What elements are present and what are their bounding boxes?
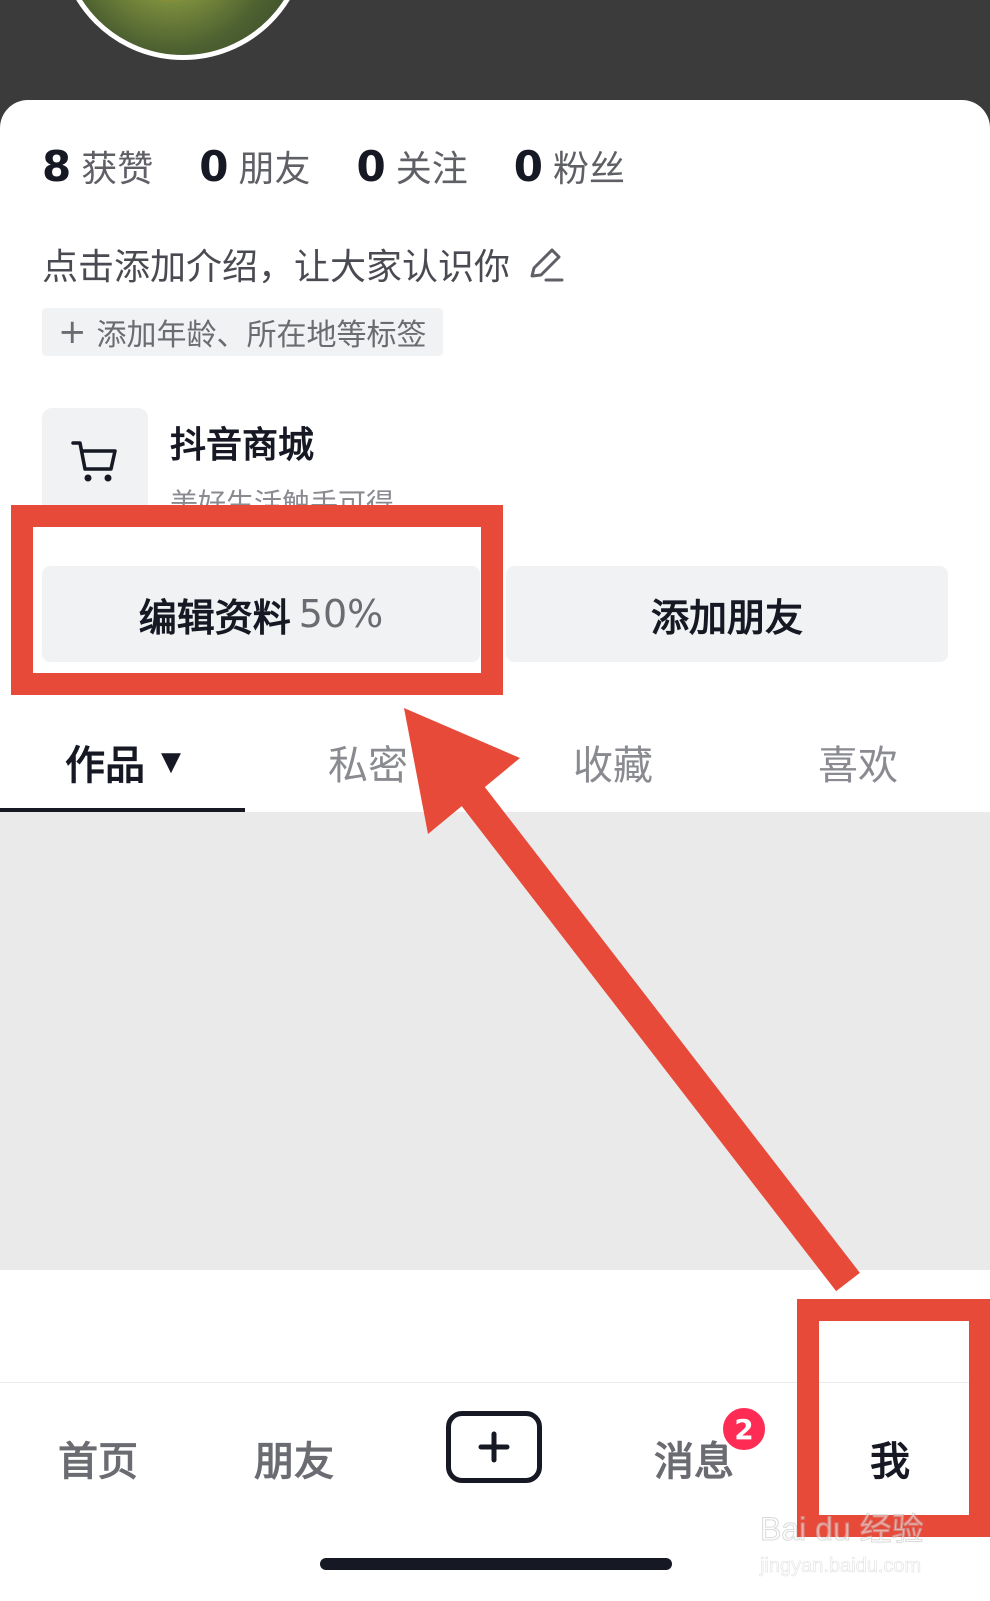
profile-stats: 8 获赞 0 朋友 0 关注 0 粉丝	[42, 140, 671, 196]
tab-private[interactable]: 私密	[245, 712, 491, 812]
add-friend-button[interactable]: 添加朋友	[506, 566, 948, 662]
tab-likes[interactable]: 喜欢	[735, 712, 981, 812]
stat-number: 0	[356, 142, 386, 191]
plus-icon: +	[58, 312, 87, 352]
tab-label: 喜欢	[818, 743, 898, 789]
works-grid-empty	[0, 812, 990, 1270]
add-tags-label: 添加年龄、所在地等标签	[96, 318, 427, 353]
stat-label: 关注	[395, 149, 468, 190]
avatar[interactable]	[58, 0, 308, 60]
profile-completion-percent: 50%	[298, 592, 384, 636]
stat-likes[interactable]: 8 获赞	[42, 140, 153, 192]
add-friend-label: 添加朋友	[650, 595, 803, 640]
stat-friends[interactable]: 0 朋友	[199, 140, 310, 192]
edit-profile-label: 编辑资料	[138, 595, 291, 640]
add-tags-chip[interactable]: + 添加年龄、所在地等标签	[42, 308, 443, 356]
stat-following[interactable]: 0 关注	[357, 140, 468, 192]
tab-label: 私密	[328, 743, 408, 789]
messages-badge: 2	[720, 1405, 768, 1453]
douyin-mall-entry[interactable]: 抖音商城 美好生活触手可得	[42, 408, 394, 522]
stat-label: 粉丝	[552, 149, 625, 190]
nav-friends-label: 朋友	[254, 1439, 334, 1485]
cart-icon	[71, 441, 117, 482]
tab-favorites[interactable]: 收藏	[490, 712, 736, 812]
home-indicator	[320, 1558, 672, 1570]
nav-me[interactable]: 我	[810, 1423, 970, 1493]
stat-number: 8	[42, 142, 72, 191]
stat-label: 朋友	[238, 149, 311, 190]
tab-label: 收藏	[573, 743, 653, 789]
tab-works[interactable]: 作品 ▼	[0, 712, 246, 812]
caret-down-icon: ▼	[161, 747, 181, 777]
stat-number: 0	[513, 142, 543, 191]
stat-number: 0	[199, 142, 229, 191]
nav-me-label: 我	[870, 1439, 910, 1485]
edit-profile-button[interactable]: 编辑资料 50%	[42, 566, 480, 662]
create-button[interactable]	[446, 1411, 542, 1483]
pencil-icon	[530, 248, 564, 282]
plus-square-icon	[478, 1431, 510, 1463]
intro-text: 点击添加介绍，让大家认识你	[42, 247, 511, 288]
profile-intro[interactable]: 点击添加介绍，让大家认识你	[42, 238, 568, 290]
nav-friends[interactable]: 朋友	[214, 1423, 374, 1493]
tab-label: 作品	[65, 743, 145, 789]
profile-tabs: 作品 ▼ 私密 收藏 喜欢	[0, 712, 990, 812]
stat-followers[interactable]: 0 粉丝	[514, 140, 625, 192]
stat-label: 获赞	[81, 149, 154, 190]
nav-home[interactable]: 首页	[18, 1423, 178, 1493]
mall-title: 抖音商城	[170, 425, 315, 466]
nav-home-label: 首页	[58, 1439, 138, 1485]
cart-icon-box	[42, 408, 148, 514]
mall-subtitle: 美好生活触手可得	[170, 487, 395, 520]
